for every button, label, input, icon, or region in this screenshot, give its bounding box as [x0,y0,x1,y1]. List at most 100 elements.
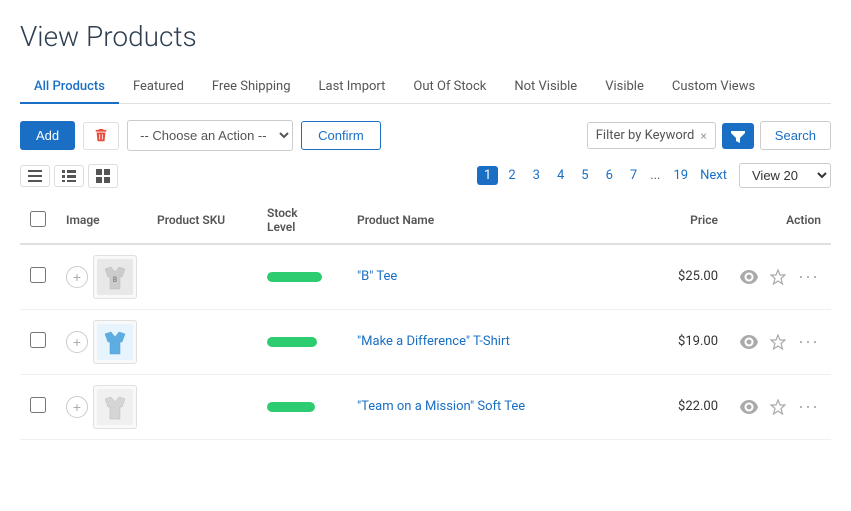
row-price-1: $25.00 [648,244,728,310]
row-star-button-3[interactable] [768,397,788,417]
row-checkbox-cell [20,309,56,374]
page-5[interactable]: 5 [574,166,595,185]
row-sku-1 [147,244,257,310]
row-checkbox-3[interactable] [30,397,46,413]
row-stock-3 [257,374,347,439]
search-button[interactable]: Search [760,121,831,150]
tab-free-shipping[interactable]: Free Shipping [198,71,305,104]
row-sku-2 [147,309,257,374]
row-action-2: ··· [728,309,831,374]
product-tshirt-icon-2 [97,324,133,360]
product-tshirt-icon-1: B [97,259,133,295]
choose-action-select[interactable]: -- Choose an Action -- Delete Set Visibl… [127,120,293,151]
tab-visible[interactable]: Visible [591,71,658,104]
star-icon [770,269,786,285]
row-sku-3 [147,374,257,439]
filter-icon [731,129,745,143]
th-price: Price [648,198,728,244]
row-star-button-1[interactable] [768,267,788,287]
row-stock-1 [257,244,347,310]
product-tshirt-icon-3 [97,389,133,425]
star-icon [770,334,786,350]
filter-keyword-badge: Filter by Keyword × [587,122,716,149]
tab-out-of-stock[interactable]: Out Of Stock [399,71,500,104]
tab-last-import[interactable]: Last Import [305,71,400,104]
row-add-button-1[interactable]: + [66,266,88,288]
select-all-checkbox[interactable] [30,211,46,227]
page-19[interactable]: 19 [667,166,696,185]
page-1[interactable]: 1 [477,166,498,185]
row-price-2: $19.00 [648,309,728,374]
product-image-1: B [93,255,137,299]
row-checkbox-cell [20,244,56,310]
row-checkbox-1[interactable] [30,267,46,283]
delete-button[interactable] [83,122,119,150]
product-name-link-3[interactable]: "Team on a Mission" Soft Tee [357,399,525,414]
row-image-cell-3: + [56,374,147,439]
stock-bar-2 [267,337,317,347]
add-button[interactable]: Add [20,121,75,150]
row-more-button-1[interactable]: ··· [796,264,821,289]
row-checkbox-cell [20,374,56,439]
pagination-next[interactable]: Next [700,168,727,183]
filter-icon-button[interactable] [722,123,754,149]
list-normal-view-button[interactable] [54,165,84,187]
tab-featured[interactable]: Featured [119,71,198,104]
table-row: + B "B" Tee [20,244,831,310]
row-actions-3: ··· [738,394,821,419]
grid-view-button[interactable] [88,164,118,188]
row-name-1: "B" Tee [347,244,648,310]
row-star-button-2[interactable] [768,332,788,352]
list-compact-view-button[interactable] [20,165,50,187]
list-compact-icon [28,170,42,182]
row-checkbox-2[interactable] [30,332,46,348]
product-name-link-1[interactable]: "B" Tee [357,269,397,284]
row-price-3: $22.00 [648,374,728,439]
row-add-button-2[interactable]: + [66,331,88,353]
tab-all-products[interactable]: All Products [20,71,119,104]
pagination: 1 2 3 4 5 6 7 ... 19 Next [477,166,727,185]
trash-icon [94,129,108,143]
filter-area: Filter by Keyword × Search [587,121,831,150]
row-actions-2: ··· [738,329,821,354]
th-stock: StockLevel [257,198,347,244]
view-per-page-select[interactable]: View 20 View 50 View 100 [739,163,831,188]
row-image-cell-1: + B [56,244,147,310]
star-icon [770,399,786,415]
row-more-button-2[interactable]: ··· [796,329,821,354]
row-actions-1: ··· [738,264,821,289]
page-3[interactable]: 3 [526,166,547,185]
svg-text:B: B [113,276,118,284]
toolbar: Add -- Choose an Action -- Delete Set Vi… [20,120,831,151]
row-add-button-3[interactable]: + [66,396,88,418]
row-more-button-3[interactable]: ··· [796,394,821,419]
row-action-1: ··· [728,244,831,310]
page-title: View Products [20,20,831,53]
row-eye-button-1[interactable] [738,268,760,286]
eye-icon [740,270,758,284]
grid-icon [96,169,110,183]
list-normal-icon [62,170,76,182]
page-4[interactable]: 4 [550,166,571,185]
tabs-bar: All Products Featured Free Shipping Last… [20,71,831,104]
table-row: + "Team on a Mission" Soft Tee [20,374,831,439]
tab-custom-views[interactable]: Custom Views [658,71,769,104]
th-sku: Product SKU [147,198,257,244]
tab-not-visible[interactable]: Not Visible [500,71,591,104]
product-image-3 [93,385,137,429]
confirm-button[interactable]: Confirm [301,121,381,150]
page-7[interactable]: 7 [623,166,644,185]
products-table: Image Product SKU StockLevel Product Nam… [20,198,831,440]
page-2[interactable]: 2 [501,166,522,185]
row-eye-button-2[interactable] [738,333,760,351]
row-image-cell-2: + [56,309,147,374]
stock-bar-3 [267,402,315,412]
th-image: Image [56,198,147,244]
page-6[interactable]: 6 [599,166,620,185]
row-eye-button-3[interactable] [738,398,760,416]
row-stock-2 [257,309,347,374]
eye-icon [740,335,758,349]
pagination-dots: ... [647,166,663,185]
product-name-link-2[interactable]: "Make a Difference" T-Shirt [357,334,510,349]
filter-keyword-close[interactable]: × [700,129,706,143]
